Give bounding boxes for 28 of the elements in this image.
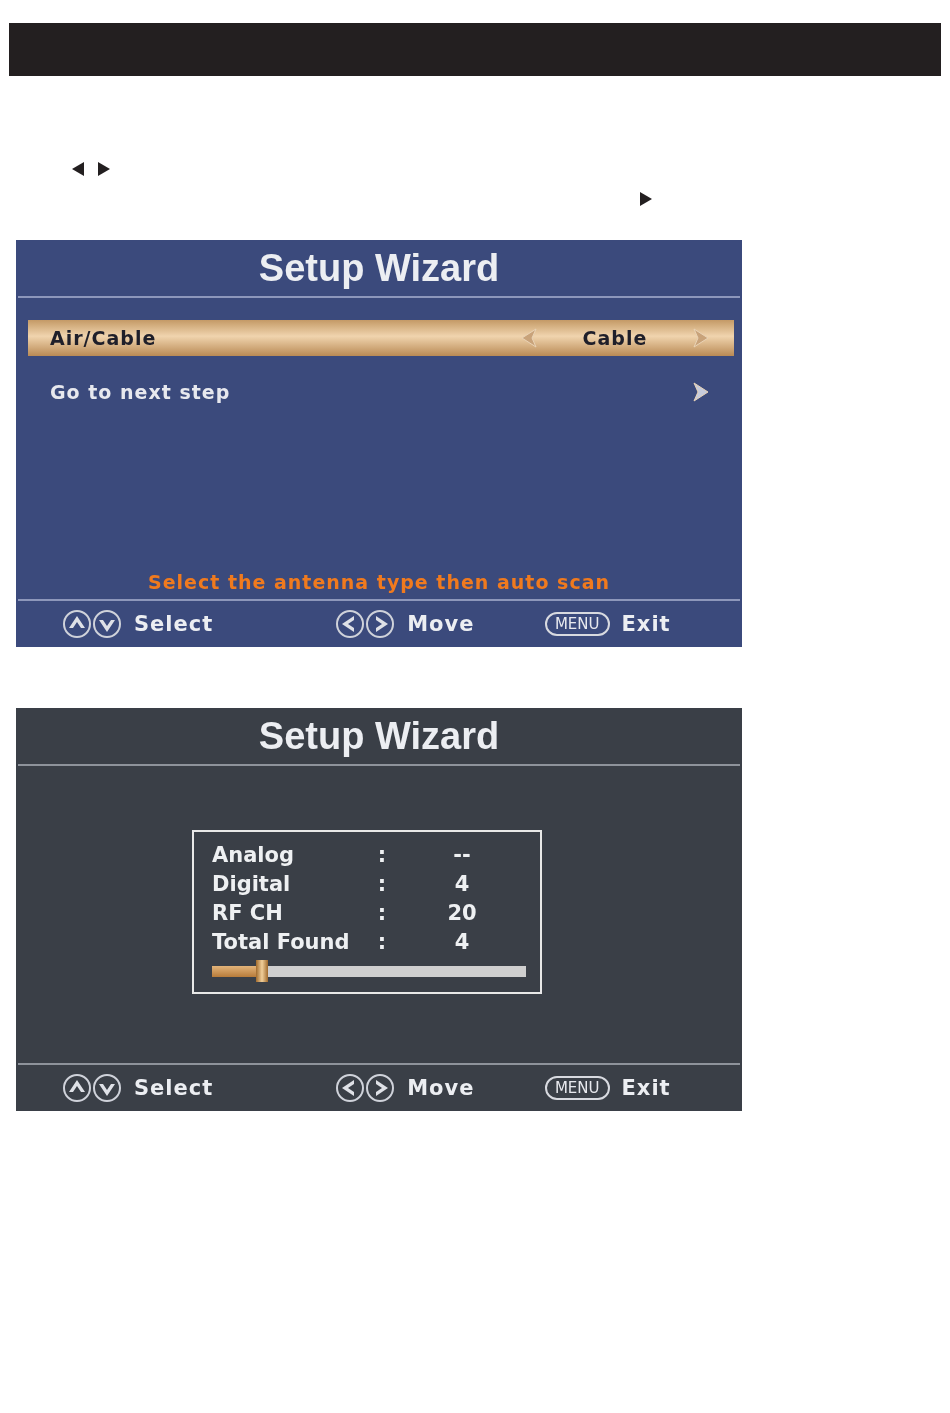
colon: :	[376, 871, 388, 896]
footer-label: Exit	[621, 1076, 671, 1100]
menu-key: MENU	[544, 612, 610, 636]
left-triangle-icon	[72, 162, 84, 176]
screen-title: Setup Wizard	[258, 246, 500, 290]
scan-label: Digital	[212, 871, 292, 896]
footer-label: Select	[134, 612, 214, 636]
footer-label: Exit	[621, 612, 671, 636]
scan-value: 20	[446, 900, 478, 925]
menu-row[interactable]: Go to next step	[28, 374, 734, 410]
scan-value: 4	[453, 871, 471, 896]
right-triangle-icon	[98, 162, 110, 176]
scan-value: 4	[453, 929, 471, 954]
colon: :	[376, 900, 388, 925]
scan-value: --	[452, 842, 472, 867]
scan-label: Analog	[212, 842, 296, 867]
colon: :	[376, 929, 388, 954]
screen-title: Setup Wizard	[258, 714, 500, 758]
colon: :	[376, 842, 388, 867]
footer-label: Select	[134, 1076, 214, 1100]
right-triangle-icon	[640, 192, 652, 206]
footer-label: Move	[407, 612, 475, 636]
scan-label: Total Found	[212, 929, 351, 954]
scan-label: RF CH	[212, 900, 284, 925]
menu-key: MENU	[544, 1076, 610, 1100]
hint-text: Select the antenna type then auto scan	[146, 571, 612, 593]
menu-row[interactable]: Air/Cable Cable	[28, 320, 734, 356]
footer-label: Move	[407, 1076, 475, 1100]
